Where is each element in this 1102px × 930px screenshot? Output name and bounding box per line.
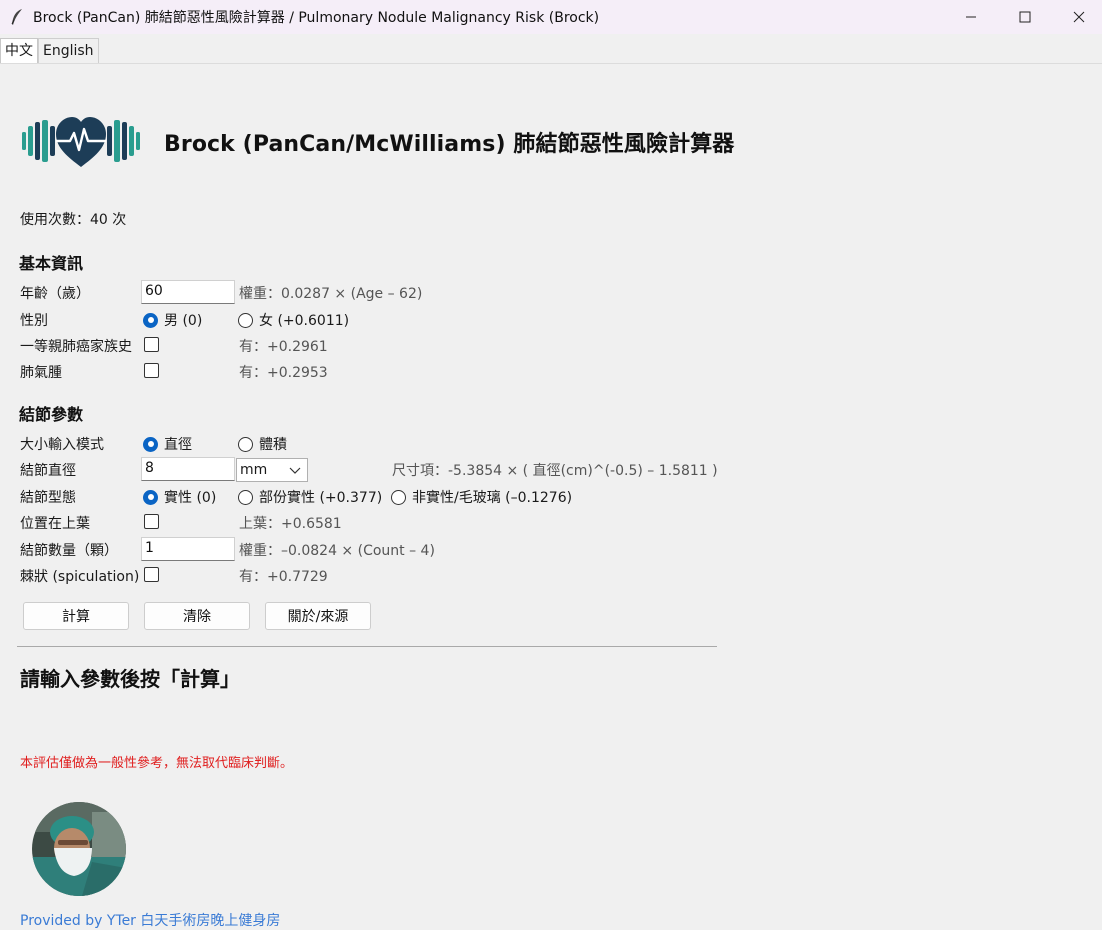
radio-dot-icon — [143, 312, 158, 328]
upper-lobe-hint: 上葉：+0.6581 — [239, 516, 342, 532]
diameter-unit-select[interactable]: mm — [236, 458, 308, 482]
app-title: Brock (PanCan/McWilliams) 肺結節惡性風險計算器 — [164, 132, 735, 157]
avatar — [32, 802, 126, 896]
nodule-count-hint: 權重：–0.0824 × (Count – 4) — [239, 543, 435, 559]
section-nodule-params: 結節參數 — [19, 405, 84, 424]
nodule-count-input[interactable]: 1 — [141, 537, 235, 561]
diameter-label: 結節直徑 — [20, 463, 76, 479]
window-controls — [948, 0, 1102, 34]
nodule-type-label: 結節型態 — [20, 490, 76, 506]
tab-english[interactable]: English — [38, 38, 99, 63]
minimize-button[interactable] — [948, 0, 994, 34]
age-weight-hint: 權重：0.0287 × (Age – 62) — [239, 286, 423, 302]
upper-lobe-checkbox[interactable] — [144, 514, 159, 529]
usage-count: 使用次數：40 次 — [20, 212, 127, 228]
about-button[interactable]: 關於/來源 — [265, 602, 371, 630]
size-mode-volume-radio[interactable]: 體積 — [238, 434, 287, 454]
tab-chinese[interactable]: 中文 — [0, 38, 38, 64]
size-mode-label: 大小輸入模式 — [20, 437, 104, 453]
sex-label: 性別 — [20, 313, 48, 329]
spiculation-checkbox[interactable] — [144, 567, 159, 582]
emphysema-hint: 有：+0.2953 — [239, 365, 328, 381]
heart-dumbbell-logo-icon — [22, 117, 140, 167]
close-button[interactable] — [1056, 0, 1102, 34]
size-mode-diameter-label: 直徑 — [164, 437, 192, 453]
family-history-hint: 有：+0.2961 — [239, 339, 328, 355]
emphysema-checkbox[interactable] — [144, 363, 159, 378]
credit-link[interactable]: Provided by YTer 白天手術房晚上健身房 — [20, 910, 280, 930]
emphysema-label: 肺氣腫 — [20, 365, 62, 381]
calculate-button[interactable]: 計算 — [23, 602, 129, 630]
window-title: Brock (PanCan) 肺結節惡性風險計算器 / Pulmonary No… — [33, 10, 600, 26]
sex-female-label: 女 (+0.6011) — [259, 313, 350, 329]
type-solid-label: 實性 (0) — [164, 490, 217, 506]
sex-female-radio[interactable]: 女 (+0.6011) — [238, 310, 349, 330]
radio-dot-icon — [238, 312, 253, 328]
type-nonsolid-label: 非實性/毛玻璃 (–0.1276) — [412, 490, 573, 506]
age-label: 年齡（歲） — [20, 286, 90, 302]
diameter-size-hint: 尺寸項：-5.3854 × ( 直徑(cm)^(-0.5) – 1.5811 ) — [392, 463, 718, 479]
spiculation-hint: 有：+0.7729 — [239, 569, 328, 585]
nodule-count-label: 結節數量（顆） — [20, 543, 118, 559]
diameter-input[interactable]: 8 — [141, 457, 235, 481]
family-history-checkbox[interactable] — [144, 337, 159, 352]
feather-icon — [11, 9, 22, 25]
sex-male-radio[interactable]: 男 (0) — [143, 310, 202, 330]
family-history-label: 一等親肺癌家族史 — [20, 339, 132, 355]
radio-dot-icon — [143, 489, 158, 505]
chevron-down-icon — [289, 467, 301, 474]
type-part-solid-radio[interactable]: 部份實性 (+0.377) — [238, 487, 382, 507]
language-tabs: 中文 English — [0, 38, 99, 64]
maximize-button[interactable] — [1002, 0, 1048, 34]
maximize-icon — [1019, 11, 1031, 23]
spiculation-label: 棘狀 (spiculation) — [20, 569, 140, 585]
clear-button[interactable]: 清除 — [144, 602, 250, 630]
radio-dot-icon — [391, 489, 406, 505]
tab-divider — [0, 63, 1102, 64]
radio-dot-icon — [238, 436, 253, 452]
diameter-unit-value: mm — [240, 462, 268, 478]
upper-lobe-label: 位置在上葉 — [20, 516, 90, 532]
result-divider — [17, 646, 717, 647]
close-icon — [1073, 11, 1085, 23]
type-solid-radio[interactable]: 實性 (0) — [143, 487, 216, 507]
minimize-icon — [966, 16, 976, 18]
section-basic-info: 基本資訊 — [19, 254, 84, 273]
result-text: 請輸入參數後按「計算」 — [20, 667, 240, 691]
sex-male-label: 男 (0) — [164, 313, 203, 329]
type-nonsolid-radio[interactable]: 非實性/毛玻璃 (–0.1276) — [391, 487, 572, 507]
disclaimer-text: 本評估僅做為一般性參考，無法取代臨床判斷。 — [20, 756, 294, 771]
radio-dot-icon — [238, 489, 253, 505]
size-mode-volume-label: 體積 — [259, 437, 287, 453]
radio-dot-icon — [143, 436, 158, 452]
title-bar: Brock (PanCan) 肺結節惡性風險計算器 / Pulmonary No… — [0, 0, 1102, 34]
age-input[interactable]: 60 — [141, 280, 235, 304]
type-part-solid-label: 部份實性 (+0.377) — [259, 490, 383, 506]
size-mode-diameter-radio[interactable]: 直徑 — [143, 434, 192, 454]
